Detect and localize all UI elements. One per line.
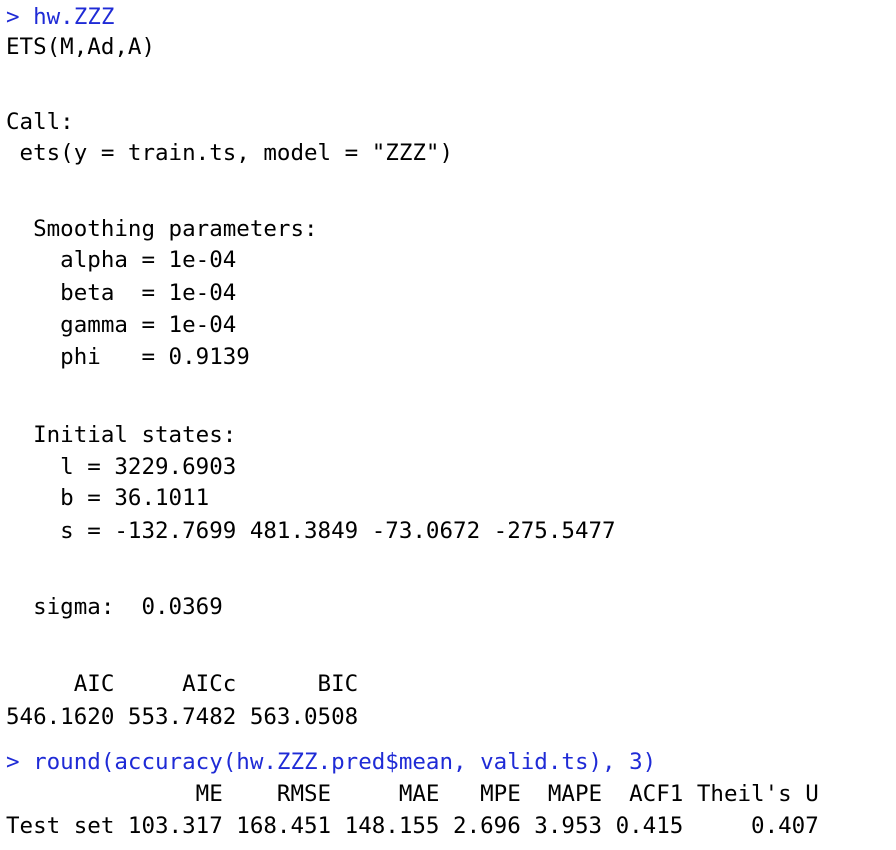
initial-trend-line: b = 36.1011 (6, 485, 210, 511)
console-command-line[interactable]: > hw.ZZZ (6, 2, 114, 32)
smoothing-parameters-header: Smoothing parameters: (6, 216, 318, 242)
phi-line: phi = 0.9139 (6, 344, 250, 370)
sigma-line: sigma: 0.0369 (6, 594, 223, 620)
console-prompt: > (6, 4, 20, 30)
accuracy-header-row: ME RMSE MAE MPE MAPE ACF1 Theil's U (6, 781, 819, 807)
call-header: Call: (6, 109, 74, 135)
gamma-line: gamma = 1e-04 (6, 312, 237, 338)
initial-level-line: l = 3229.6903 (6, 454, 237, 480)
information-criteria-header: AIC AICc BIC (6, 671, 359, 697)
initial-season-line: s = -132.7699 481.3849 -73.0672 -275.547… (6, 518, 616, 544)
console-command-line[interactable]: > round(accuracy(hw.ZZZ.pred$mean, valid… (6, 747, 656, 777)
initial-states-header: Initial states: (6, 422, 237, 448)
information-criteria-values: 546.1620 553.7482 563.0508 (6, 704, 359, 730)
beta-line: beta = 1e-04 (6, 280, 237, 306)
console-prompt: > (6, 749, 20, 775)
alpha-line: alpha = 1e-04 (6, 247, 237, 273)
model-spec-line: ETS(M,Ad,A) (6, 34, 156, 60)
command-text: hw.ZZZ (33, 4, 115, 30)
call-expression: ets(y = train.ts, model = "ZZZ") (6, 140, 454, 166)
command-text: round(accuracy(hw.ZZZ.pred$mean, valid.t… (33, 749, 657, 775)
accuracy-test-set-row: Test set 103.317 168.451 148.155 2.696 3… (6, 813, 819, 839)
